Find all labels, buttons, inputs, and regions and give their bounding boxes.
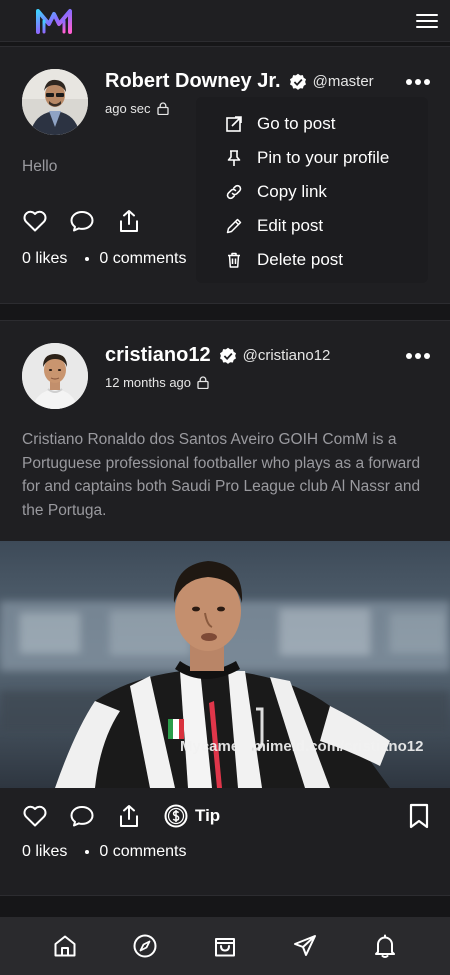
verified-badge-icon: [219, 347, 236, 364]
top-bar: [0, 0, 450, 42]
avatar[interactable]: [22, 343, 88, 409]
likes-count[interactable]: 0 likes: [22, 250, 67, 268]
app-logo-icon[interactable]: [34, 6, 74, 36]
avatar[interactable]: [22, 69, 88, 135]
post-card: cristiano12 @cristiano12 12 months ago C…: [0, 320, 450, 896]
menu-item-edit-post[interactable]: Edit post: [196, 209, 428, 243]
more-options-icon[interactable]: [406, 77, 430, 87]
menu-item-pin-to-profile[interactable]: Pin to your profile: [196, 141, 428, 175]
post-stats: 0 likes 0 comments: [22, 250, 187, 268]
comments-count[interactable]: 0 comments: [99, 843, 186, 861]
menu-item-go-to-post[interactable]: Go to post: [196, 107, 428, 141]
post-time-row: 12 months ago: [105, 375, 209, 390]
trash-icon: [228, 252, 240, 268]
link-icon: [226, 184, 242, 200]
post-time: 12 months ago: [105, 375, 192, 390]
post-image[interactable]: Mycameo.mimeld.com/cristiano12: [0, 541, 450, 788]
lock-icon: [156, 102, 169, 115]
author-row: cristiano12 @cristiano12: [105, 344, 330, 367]
author-name[interactable]: Robert Downey Jr.: [105, 70, 281, 93]
tip-label: Tip: [195, 806, 221, 825]
bell-icon[interactable]: [372, 933, 398, 959]
post-actions: Tip: [22, 803, 220, 829]
post-time: ago sec: [105, 101, 151, 116]
bottom-navigation: [0, 917, 450, 975]
pencil-icon: [226, 218, 242, 234]
author-handle[interactable]: @master: [313, 73, 374, 90]
bookmark-icon[interactable]: [408, 803, 430, 829]
post-stats: 0 likes 0 comments: [22, 843, 187, 861]
share-icon[interactable]: [116, 803, 142, 829]
comment-icon[interactable]: [69, 803, 95, 829]
separator-dot: [85, 257, 90, 261]
compass-icon[interactable]: [132, 933, 158, 959]
author-handle[interactable]: @cristiano12: [243, 347, 331, 364]
hamburger-menu-icon[interactable]: [416, 11, 438, 31]
like-heart-icon[interactable]: [22, 208, 48, 234]
menu-item-delete-post[interactable]: Delete post: [196, 243, 428, 277]
image-watermark: Mycameo.mimeld.com/cristiano12: [180, 738, 424, 755]
external-link-icon: [226, 116, 242, 132]
post-actions: [22, 208, 163, 234]
shopping-bag-icon[interactable]: [212, 933, 238, 959]
pin-icon: [227, 150, 241, 166]
comments-count[interactable]: 0 comments: [99, 250, 186, 268]
post-options-menu: Go to post Pin to your profile Copy link…: [196, 97, 428, 283]
post-time-row: ago sec: [105, 101, 169, 116]
menu-item-label: Go to post: [257, 114, 336, 133]
menu-item-label: Edit post: [257, 216, 324, 235]
separator-dot: [85, 850, 90, 854]
post-text: Cristiano Ronaldo dos Santos Aveiro GOIH…: [22, 431, 421, 519]
menu-item-label: Delete post: [257, 250, 343, 269]
comment-icon[interactable]: [69, 208, 95, 234]
author-name[interactable]: cristiano12: [105, 344, 211, 367]
like-heart-icon[interactable]: [22, 803, 48, 829]
send-icon[interactable]: [292, 933, 318, 959]
author-row: Robert Downey Jr. @master: [105, 70, 374, 93]
lock-icon: [197, 376, 209, 389]
menu-item-copy-link[interactable]: Copy link: [196, 175, 428, 209]
more-options-icon[interactable]: [406, 351, 430, 361]
likes-count[interactable]: 0 likes: [22, 843, 67, 861]
verified-badge-icon: [289, 73, 306, 90]
home-icon[interactable]: [52, 933, 78, 959]
menu-item-label: Copy link: [257, 182, 327, 201]
dollar-coin-icon: [164, 804, 188, 828]
share-icon[interactable]: [116, 208, 142, 234]
tip-button[interactable]: Tip: [163, 803, 220, 829]
menu-item-label: Pin to your profile: [257, 148, 390, 167]
